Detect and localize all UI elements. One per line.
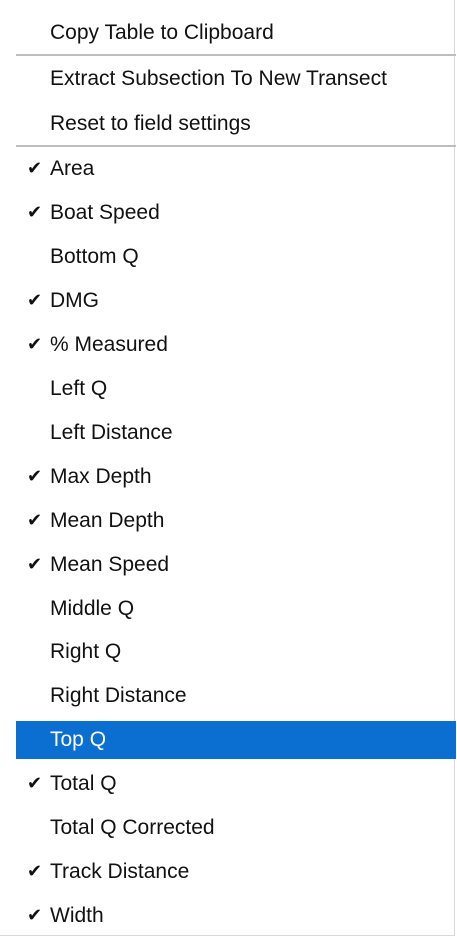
menu-item-dmg[interactable]: ✔ DMG <box>16 282 456 320</box>
menu-item-reset-field-settings[interactable]: Reset to field settings <box>16 105 456 143</box>
menu-item-top-q[interactable]: Top Q <box>16 721 456 759</box>
menu-item-left-q[interactable]: Left Q <box>16 370 456 408</box>
menu-item-label: DMG <box>50 289 99 312</box>
menu-item-total-q-corrected[interactable]: Total Q Corrected <box>16 809 456 847</box>
menu-item-label: Left Q <box>50 377 108 400</box>
menu-item-right-q[interactable]: Right Q <box>16 633 456 671</box>
menu-item-label: Reset to field settings <box>50 112 251 135</box>
menu-item-left-distance[interactable]: Left Distance <box>16 414 456 452</box>
menu-item-copy-table[interactable]: Copy Table to Clipboard <box>16 14 456 52</box>
menu-item-label: Left Distance <box>50 421 173 444</box>
menu-item-label: Area <box>50 157 95 180</box>
menu-item-label: Top Q <box>50 728 107 751</box>
menu-item-label: Right Distance <box>50 684 187 707</box>
menu-item-total-q[interactable]: ✔ Total Q <box>16 765 456 803</box>
menu-item-mean-speed[interactable]: ✔ Mean Speed <box>16 546 456 584</box>
menu-item-percent-measured[interactable]: ✔ % Measured <box>16 326 456 364</box>
menu-item-label: Mean Depth <box>50 509 165 532</box>
menu-item-label: Extract Subsection To New Transect <box>50 67 387 90</box>
checkmark-icon: ✔ <box>27 905 43 926</box>
menu-item-area[interactable]: ✔ Area <box>16 150 456 188</box>
menu-item-label: Total Q Corrected <box>50 816 215 839</box>
menu-item-label: % Measured <box>50 333 168 356</box>
checkmark-icon: ✔ <box>27 773 43 794</box>
menu-item-bottom-q[interactable]: Bottom Q <box>16 238 456 276</box>
menu-item-boat-speed[interactable]: ✔ Boat Speed <box>16 194 456 232</box>
menu-item-extract-subsection[interactable]: Extract Subsection To New Transect <box>16 60 456 98</box>
checkmark-icon: ✔ <box>27 861 43 882</box>
menu-item-width[interactable]: ✔ Width <box>16 897 456 935</box>
menu-separator <box>16 145 456 147</box>
menu-item-label: Middle Q <box>50 597 135 620</box>
menu-item-label: Track Distance <box>50 860 190 883</box>
menu-item-label: Boat Speed <box>50 201 160 224</box>
menu-item-max-depth[interactable]: ✔ Max Depth <box>16 458 456 496</box>
menu-item-label: Copy Table to Clipboard <box>50 21 274 44</box>
menu-item-right-distance[interactable]: Right Distance <box>16 677 456 715</box>
menu-item-label: Mean Speed <box>50 553 170 576</box>
menu-item-label: Max Depth <box>50 465 152 488</box>
checkmark-icon: ✔ <box>27 334 43 355</box>
menu-item-label: Right Q <box>50 640 122 663</box>
checkmark-icon: ✔ <box>27 290 43 311</box>
menu-separator <box>16 54 456 56</box>
menu-item-label: Bottom Q <box>50 245 139 268</box>
menu-item-mean-depth[interactable]: ✔ Mean Depth <box>16 502 456 540</box>
checkmark-icon: ✔ <box>27 202 43 223</box>
checkmark-icon: ✔ <box>27 466 43 487</box>
checkmark-icon: ✔ <box>27 158 43 179</box>
menu-item-middle-q[interactable]: Middle Q <box>16 590 456 628</box>
menu-item-label: Width <box>50 904 104 927</box>
checkmark-icon: ✔ <box>27 510 43 531</box>
checkmark-icon: ✔ <box>27 554 43 575</box>
menu-item-label: Total Q <box>50 772 117 795</box>
context-menu: Copy Table to Clipboard Extract Subsecti… <box>0 0 456 936</box>
menu-item-track-distance[interactable]: ✔ Track Distance <box>16 853 456 891</box>
